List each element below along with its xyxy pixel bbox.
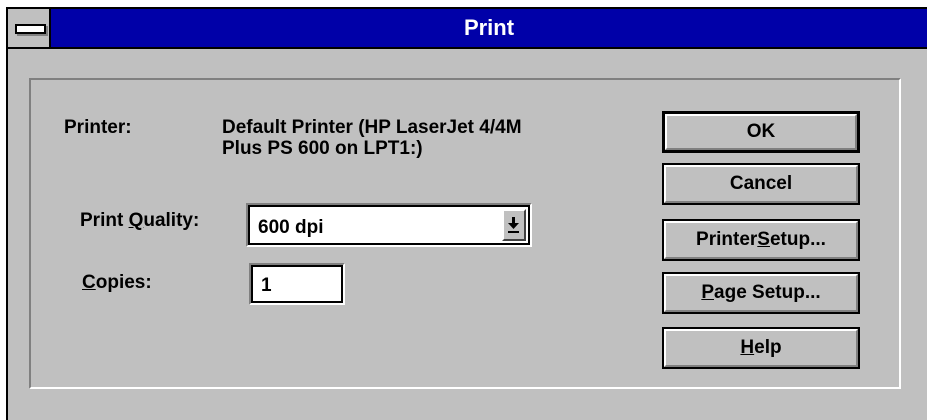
printer-name: Default Printer (HP LaserJet 4/4M Plus P… [222,117,642,159]
title-bar[interactable]: Print [8,9,927,49]
printer-label: Printer: [64,117,132,138]
page-setup-button[interactable]: Page Setup... [662,272,860,314]
print-quality-dropdown-button[interactable] [502,209,526,241]
printer-setup-button-label: Printer Setup... [696,229,826,250]
system-menu-button[interactable] [8,9,51,47]
system-menu-icon [15,24,46,34]
print-quality-value: 600 dpi [258,217,324,238]
help-button[interactable]: Help [662,327,860,369]
page-setup-button-label: Page Setup... [701,282,821,303]
copies-field[interactable]: 1 [249,263,345,305]
printer-setup-button[interactable]: Printer Setup... [662,219,860,261]
help-button-label: Help [740,337,782,358]
print-quality-select[interactable]: 600 dpi [246,203,532,247]
print-quality-label: Print Quality: [80,210,200,231]
copies-value: 1 [261,275,272,296]
ok-button-label: OK [746,121,776,142]
window-title: Print [463,15,515,40]
arrow-down-underline-icon [508,217,519,233]
printer-name-line1: Default Printer (HP LaserJet 4/4M [222,117,522,138]
ok-button[interactable]: OK [662,111,860,153]
cancel-button-label: Cancel [729,173,793,194]
background-window-edge [0,0,927,7]
copies-label: Copies: [82,272,152,293]
cancel-button[interactable]: Cancel [662,163,860,205]
printer-name-line2: Plus PS 600 on LPT1:) [222,138,423,159]
